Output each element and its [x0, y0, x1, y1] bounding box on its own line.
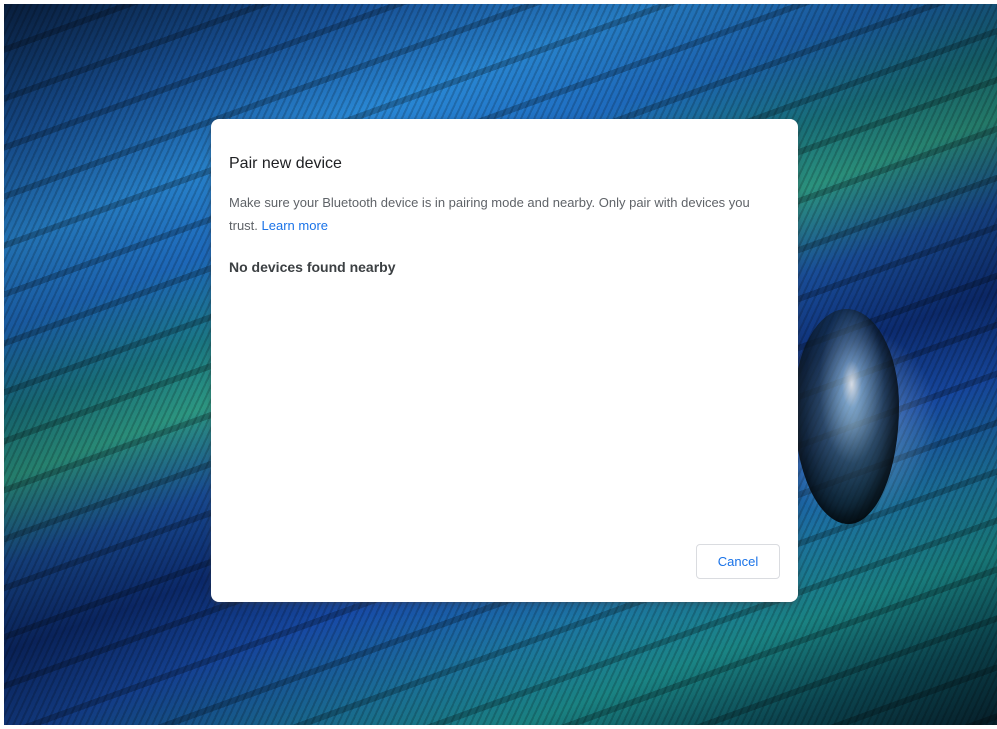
device-list — [229, 289, 779, 529]
no-devices-status: No devices found nearby — [229, 259, 396, 275]
pair-new-device-dialog: Pair new device Make sure your Bluetooth… — [211, 119, 798, 602]
dialog-description: Make sure your Bluetooth device is in pa… — [229, 191, 769, 237]
screen-frame: Pair new device Make sure your Bluetooth… — [0, 0, 997, 729]
dialog-title: Pair new device — [229, 155, 342, 172]
cancel-button[interactable]: Cancel — [696, 544, 780, 579]
learn-more-link[interactable]: Learn more — [262, 218, 328, 233]
